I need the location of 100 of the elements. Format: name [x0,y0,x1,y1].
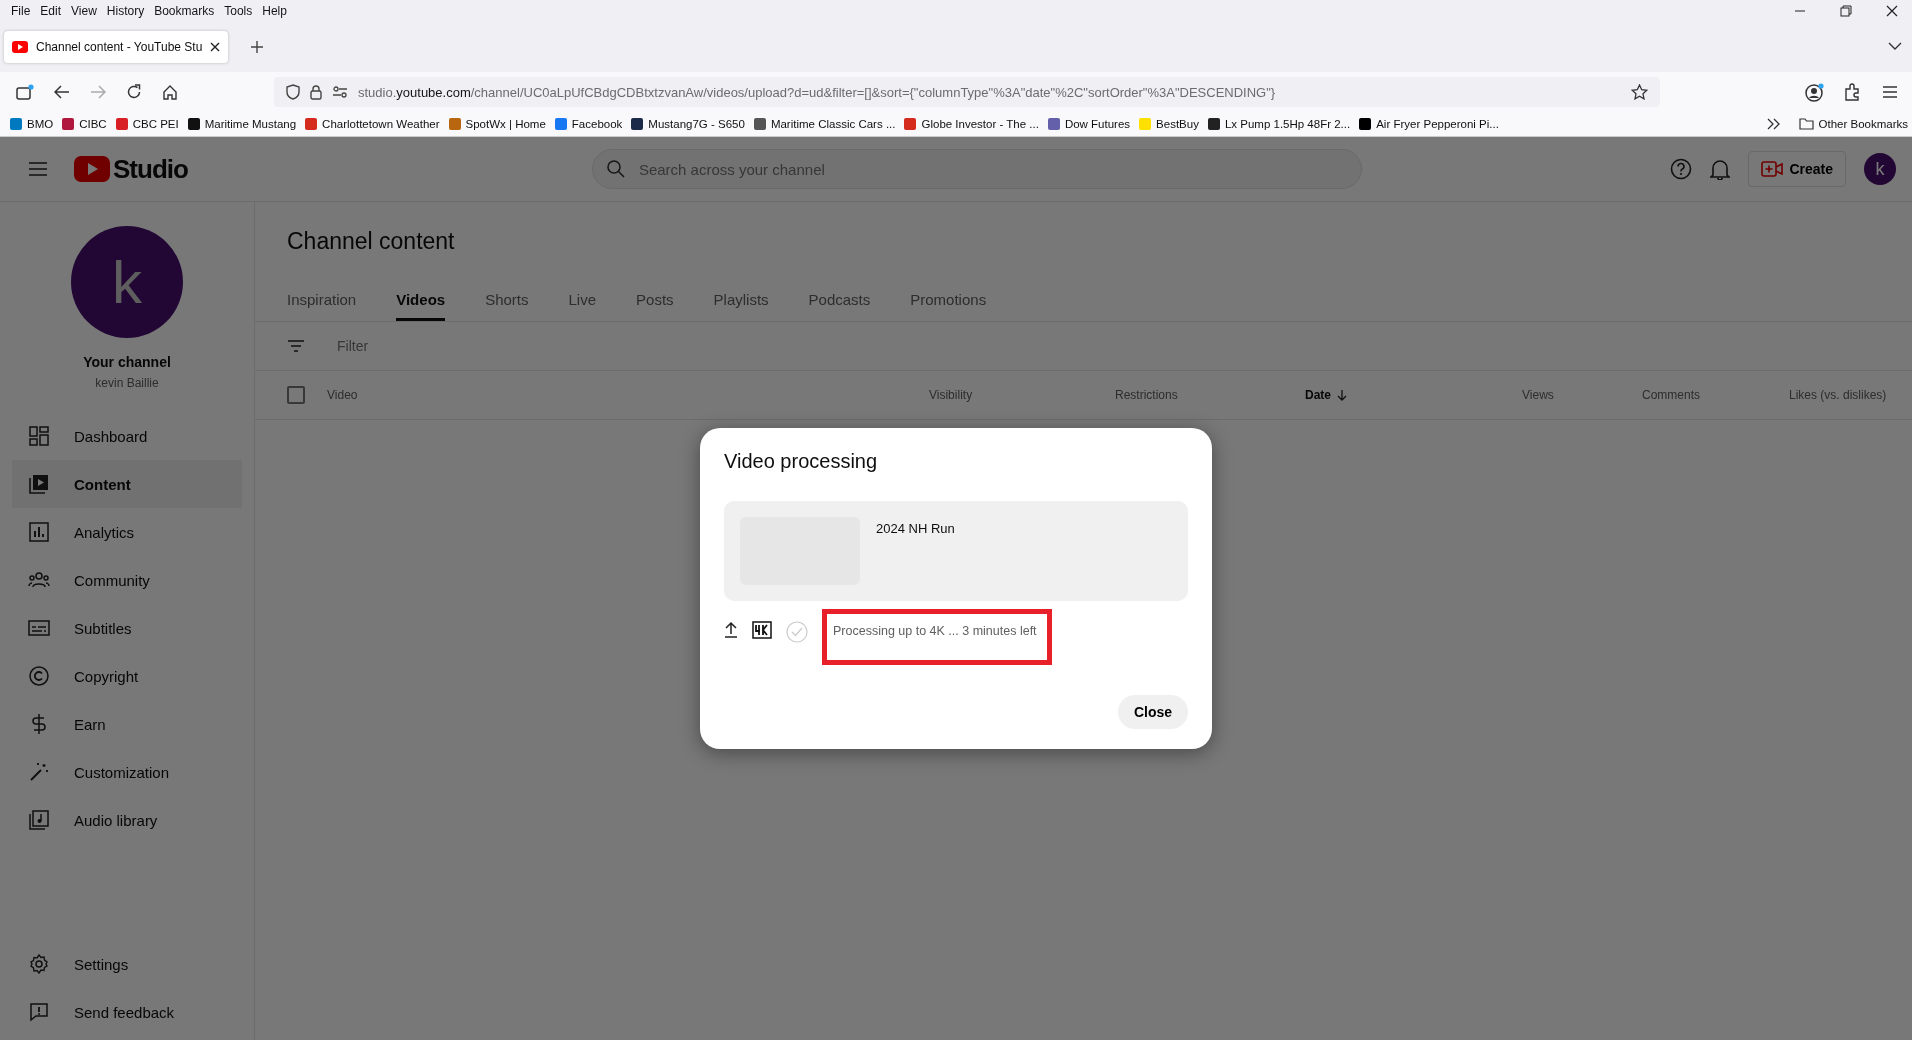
close-icon[interactable] [1886,5,1898,17]
nav-item[interactable]: Audio library [12,796,242,844]
select-all-checkbox[interactable] [287,386,305,404]
upload-icon [724,621,738,638]
close-button[interactable]: Close [1117,695,1188,729]
content-tab[interactable]: Promotions [910,281,987,321]
4k-badge-icon [752,621,772,639]
bookmark-item[interactable]: Lx Pump 1.5Hp 48Fr 2... [1207,118,1351,130]
window-icon[interactable] [16,84,34,100]
video-title: 2024 NH Run [876,521,955,538]
nav-item[interactable]: Subtitles [12,604,242,652]
menu-item[interactable]: File [6,4,36,18]
column-header[interactable]: Views [1522,388,1642,402]
menu-item[interactable]: Tools [219,4,258,18]
bookmark-item[interactable]: BestBuy [1139,118,1199,130]
address-field[interactable]: studio.youtube.com/channel/UC0aLpUfCBdgCDBtxtzvanAw/videos/upload?d=ud&filter=[]&sort={"columnType"%3A"date"%2C"sortOrder"%3A"DESCENDING"} [274,77,1660,107]
bookmark-item[interactable]: Maritime Mustang [187,118,297,130]
back-icon[interactable] [54,85,70,99]
channel-name: kevin Baillie [95,376,159,390]
menu-item[interactable]: History [101,4,150,18]
nav-item[interactable]: Copyright [12,652,242,700]
column-header[interactable]: Visibility [929,388,1115,402]
nav-item[interactable]: Community [12,556,242,604]
bookmark-folder[interactable]: Other Bookmarks [1798,118,1908,130]
account-avatar[interactable]: k [1864,153,1896,185]
menu-item[interactable]: Help [257,4,292,18]
bookmark-item[interactable]: Charlottetown Weather [305,118,440,130]
bookmark-item[interactable]: Dow Futures [1047,118,1131,130]
filter-field[interactable]: Filter [335,337,520,355]
menu-icon[interactable] [1882,85,1898,99]
menu-item[interactable]: Bookmarks [149,4,220,18]
column-header[interactable]: Date [1305,388,1522,402]
column-header[interactable]: Video [327,388,929,402]
processing-status: Processing up to 4K ... 3 minutes left [822,609,1052,665]
help-icon[interactable] [1670,158,1693,180]
content-tab[interactable]: Posts [636,281,674,321]
browser-tab[interactable]: Channel content - YouTube Stu [4,31,229,63]
page-title: Channel content [287,228,456,255]
nav-item[interactable]: Send feedback [12,988,242,1036]
create-button[interactable]: Create [1748,151,1846,187]
search-icon [605,159,626,179]
bookmark-item[interactable]: Mustang7G - S650 [631,118,745,130]
bell-icon[interactable] [1710,158,1731,180]
extensions-icon[interactable] [1844,83,1862,101]
video-plus-icon [1761,161,1784,177]
feedback-icon [28,1002,50,1022]
bookmark-item[interactable]: BMO [10,118,54,130]
folder-icon [1798,118,1814,130]
settings-icon [28,954,50,974]
content-tab[interactable]: Podcasts [808,281,871,321]
channel-title: Your channel [83,354,171,370]
lock-icon [310,84,322,100]
column-header[interactable]: Likes (vs. dislikes) [1789,388,1912,402]
play-logo-icon [74,156,110,182]
bookmark-item[interactable]: Air Fryer Pepperoni Pi... [1359,118,1499,130]
permissions-icon [332,86,348,98]
reload-icon[interactable] [126,84,142,100]
plus-icon[interactable] [250,40,265,54]
menu-item[interactable]: Edit [35,4,67,18]
search-field[interactable]: Search across your channel [591,149,1362,189]
bookmark-item[interactable]: CIBC [62,118,107,130]
subtitles-icon [28,619,50,637]
bookmark-item[interactable]: SpotWx | Home [448,118,546,130]
channel-avatar[interactable]: k [71,226,183,338]
restore-icon[interactable] [1840,5,1852,17]
check-circle-icon [786,621,808,643]
nav-item[interactable]: Customization [12,748,242,796]
play-logo-icon [12,41,28,53]
content-tab[interactable]: Videos [396,281,446,321]
nav-item[interactable]: Analytics [12,508,242,556]
dialog-title: Video processing [724,450,879,473]
column-header[interactable]: Comments [1642,388,1789,402]
bar-chart-icon [28,522,50,542]
nav-item[interactable]: Content [12,460,242,508]
magic-wand-icon [28,762,50,782]
studio-logo[interactable]: Studio [74,153,188,185]
arrow-down-icon [1337,389,1347,401]
menu-icon[interactable] [28,161,48,177]
column-header[interactable]: Restrictions [1115,388,1305,402]
bookmark-item[interactable]: Maritime Classic Cars ... [753,118,896,130]
content-tab[interactable]: Live [568,281,597,321]
bookmark-item[interactable]: CBC PEI [115,118,179,130]
chevrons-right-icon[interactable] [1766,118,1781,130]
bookmark-item[interactable]: Globe Investor - The ... [904,118,1039,130]
content-tab[interactable]: Inspiration [287,281,357,321]
star-icon[interactable] [1631,84,1648,100]
account-icon[interactable] [1805,82,1824,102]
content-tab[interactable]: Playlists [713,281,769,321]
menu-item[interactable]: View [66,4,102,18]
chevron-down-icon[interactable] [1888,42,1902,51]
home-icon[interactable] [162,84,178,100]
video-library-icon [28,474,50,494]
filter-icon[interactable] [287,339,305,353]
people-icon [28,571,50,589]
bookmark-item[interactable]: Facebook [554,118,623,130]
content-tab[interactable]: Shorts [485,281,529,321]
close-icon[interactable] [210,42,221,52]
nav-item[interactable]: Earn [12,700,242,748]
nav-item[interactable]: Settings [12,940,242,988]
nav-item[interactable]: Dashboard [12,412,242,460]
